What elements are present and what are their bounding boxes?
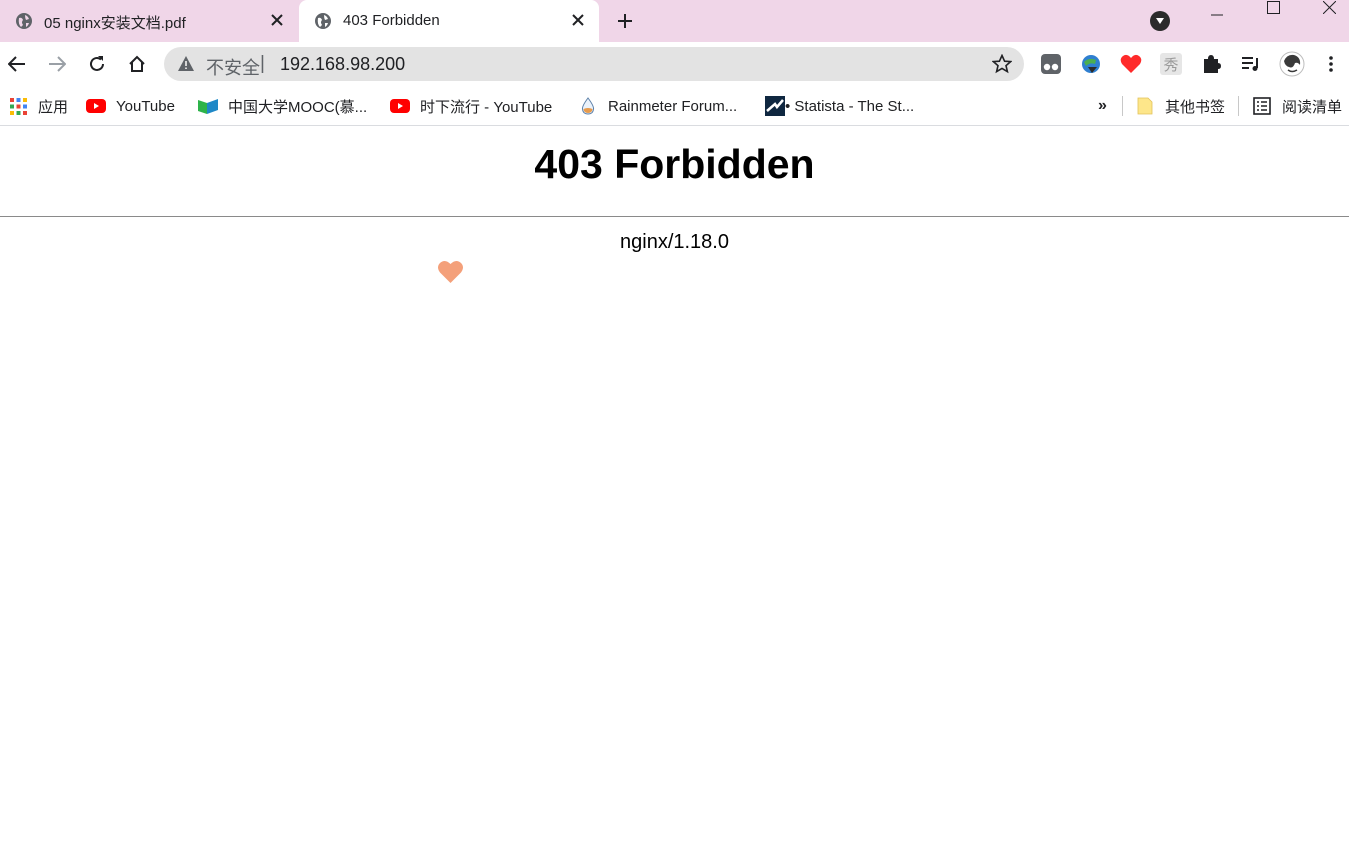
arrow-right-icon: [49, 56, 66, 72]
media-queue-icon[interactable]: [1240, 53, 1262, 75]
tab-search-button[interactable]: [1150, 11, 1170, 31]
bookmark-label: YouTube: [116, 97, 175, 115]
bookmarks-divider: [1238, 96, 1239, 116]
security-label: 不安全: [206, 58, 260, 78]
bookmarks-overflow-label: »: [1098, 97, 1107, 114]
bookmark-mooc[interactable]: 中国大学MOOC(慕...: [198, 95, 367, 117]
bookmarks-divider: [1122, 96, 1123, 116]
maximize-button[interactable]: [1250, 0, 1296, 22]
tab-title: 05 nginx安装文档.pdf: [44, 15, 186, 32]
heart-extension-icon[interactable]: [1120, 53, 1142, 75]
reading-list-button[interactable]: 阅读清单: [1252, 95, 1342, 117]
xiu-extension-icon[interactable]: 秀: [1160, 53, 1182, 75]
bookmarks-overflow-button[interactable]: »: [1098, 95, 1107, 117]
bookmark-youtube[interactable]: YouTube: [86, 95, 175, 117]
minimize-button[interactable]: [1194, 0, 1240, 30]
other-bookmarks-folder[interactable]: 其他书签: [1135, 95, 1225, 117]
arrow-left-icon: [8, 56, 25, 72]
home-button[interactable]: [123, 50, 151, 78]
bookmark-star-icon[interactable]: [991, 53, 1013, 79]
puzzle-icon[interactable]: [1200, 53, 1222, 75]
other-bookmarks-label: 其他书签: [1165, 98, 1226, 116]
idm-extension-icon[interactable]: [1080, 53, 1102, 75]
page-heading: 403 Forbidden: [534, 141, 815, 187]
forward-button[interactable]: [43, 50, 71, 78]
folder-icon: [1135, 97, 1155, 115]
bookmark-label: 中国大学MOOC(慕...: [228, 98, 368, 116]
tab-nginx-pdf[interactable]: 05 nginx安装文档.pdf: [0, 0, 298, 42]
avatar[interactable]: [1279, 51, 1305, 77]
bookmark-label: 应用: [38, 98, 69, 116]
bookmark-statista[interactable]: • Statista - The St...: [765, 95, 914, 117]
bookmark-apps[interactable]: 应用: [8, 95, 68, 117]
close-window-button[interactable]: [1306, 0, 1349, 22]
close-icon: [1322, 0, 1336, 14]
reload-icon: [90, 56, 104, 71]
reload-button[interactable]: [83, 50, 111, 78]
tab-403-forbidden[interactable]: 403 Forbidden: [299, 0, 599, 42]
plus-icon: [618, 14, 632, 28]
reading-list-label: 阅读清单: [1282, 98, 1343, 116]
bookmark-label: • Statista - The St...: [785, 97, 915, 115]
menu-kebab-icon[interactable]: [1320, 53, 1342, 75]
chevron-down-icon: [1156, 18, 1164, 24]
minimize-icon: [1211, 14, 1223, 16]
page-content: 403 Forbidden nginx/1.18.0: [0, 127, 1349, 858]
statista-icon: [765, 96, 785, 116]
apps-grid-icon: [8, 97, 28, 115]
new-tab-button[interactable]: [612, 8, 638, 34]
url-text[interactable]: 192.168.98.200: [280, 54, 405, 75]
warning-icon[interactable]: [178, 56, 194, 76]
svg-text:秀: 秀: [1163, 56, 1178, 74]
security-separator: |: [260, 53, 265, 74]
tampermonkey-extension-icon[interactable]: [1040, 53, 1062, 75]
bookmarks-bar: 应用 YouTube 中国大学MOOC(慕... 时下流行 - YouTube …: [0, 86, 1349, 126]
server-signature: nginx/1.18.0: [620, 231, 729, 253]
bookmark-rainmeter[interactable]: Rainmeter Forum...: [578, 95, 737, 117]
reading-list-icon: [1252, 97, 1272, 115]
home-icon: [129, 55, 145, 72]
bookmark-youtube-trending[interactable]: 时下流行 - YouTube: [390, 95, 552, 117]
close-icon[interactable]: [268, 11, 286, 29]
browser-toolbar: 不安全 | 192.168.98.200 秀: [0, 42, 1349, 86]
tab-title: 403 Forbidden: [343, 12, 440, 29]
youtube-icon: [86, 97, 106, 115]
back-button[interactable]: [3, 50, 31, 78]
heart-icon: [437, 259, 464, 285]
youtube-icon: [390, 97, 410, 115]
address-bar[interactable]: 不安全 | 192.168.98.200: [164, 47, 1024, 81]
bookmark-label: 时下流行 - YouTube: [420, 98, 553, 116]
maximize-icon: [1266, 0, 1280, 14]
rainmeter-drop-icon: [578, 97, 598, 115]
globe-icon: [15, 12, 33, 30]
tab-strip: 05 nginx安装文档.pdf 403 Forbidden: [0, 0, 1349, 42]
globe-icon: [314, 12, 332, 30]
divider: [0, 216, 1349, 217]
bookmark-label: Rainmeter Forum...: [608, 97, 738, 115]
close-icon[interactable]: [569, 11, 587, 29]
mooc-icon: [198, 97, 218, 115]
